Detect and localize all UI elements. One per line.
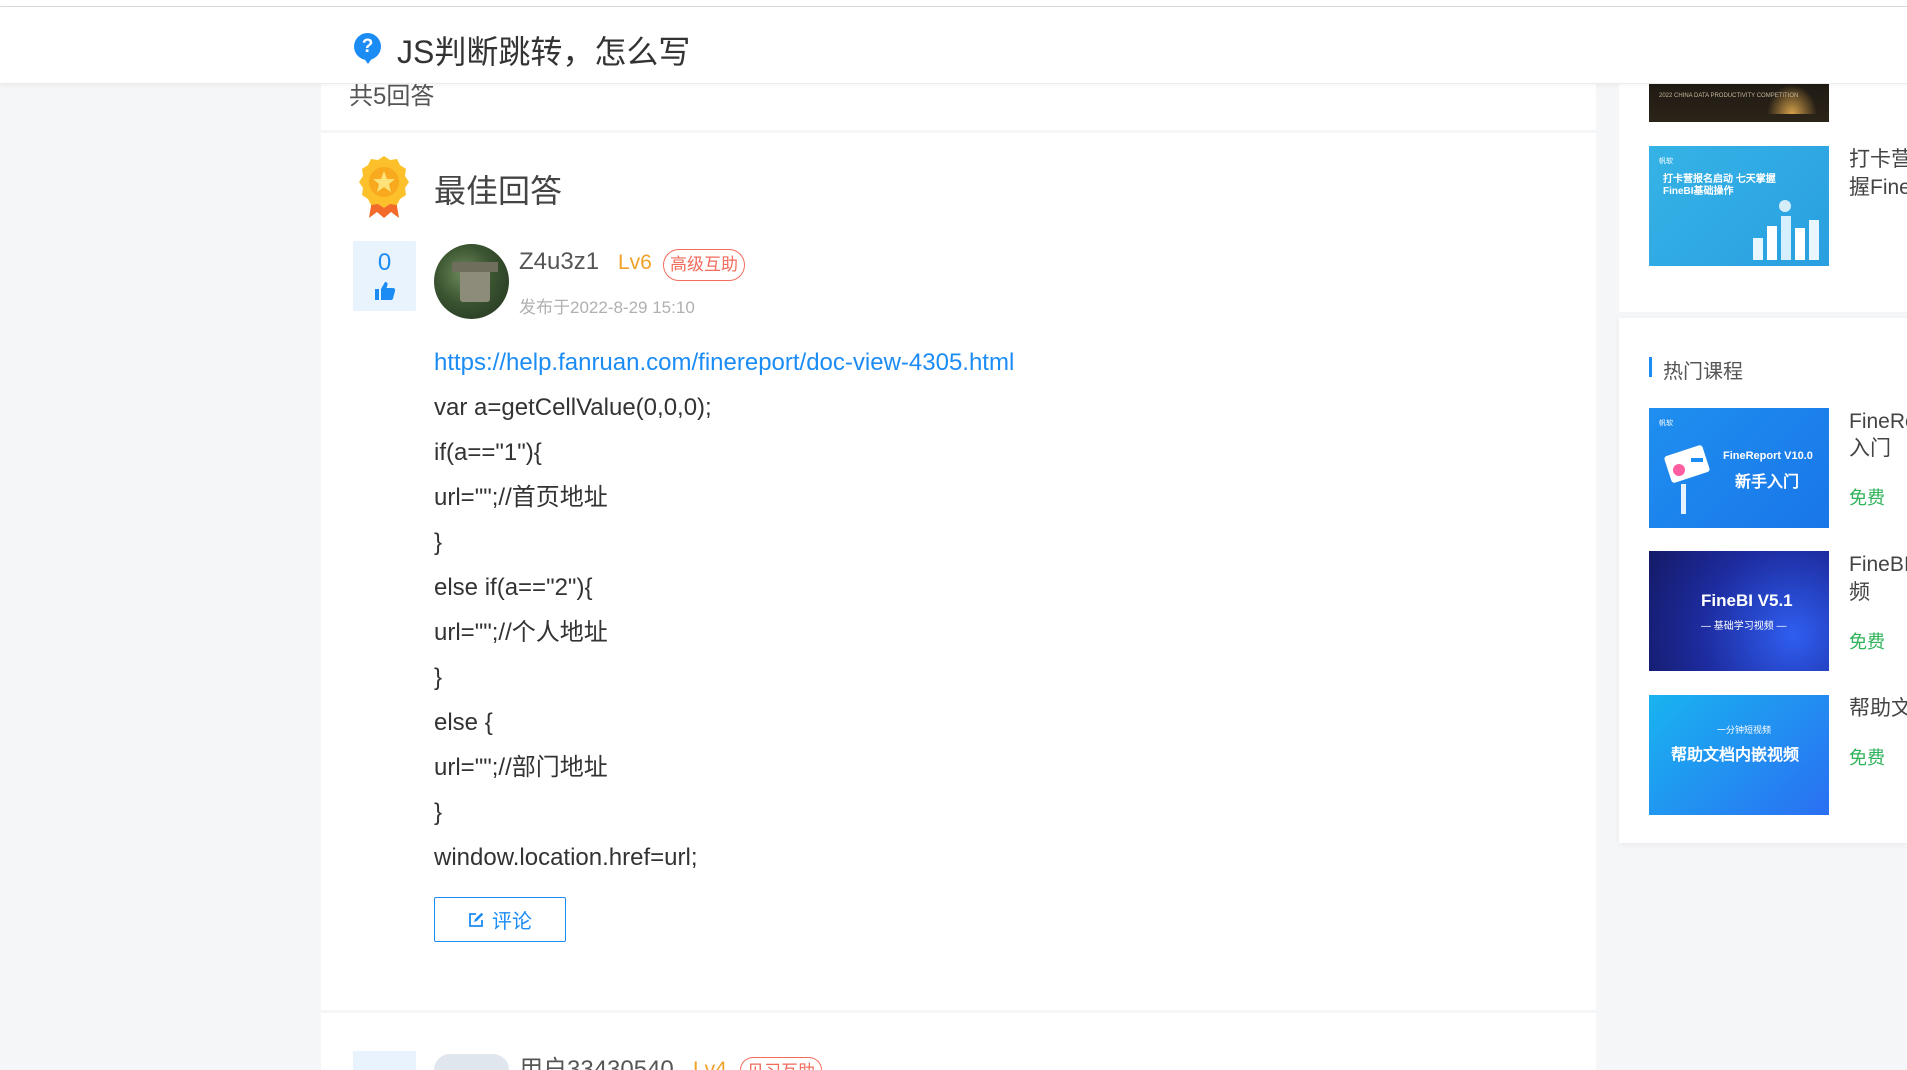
- question-header: ? JS判断跳转，怎么写: [0, 7, 1907, 84]
- hot-courses-title: 热门课程: [1663, 361, 1743, 383]
- question-bubble-icon: ?: [354, 33, 381, 64]
- report-illustration: [1664, 445, 1710, 514]
- comment-label: 评论: [492, 911, 532, 933]
- banner-image[interactable]: 帆软 打卡营报名启动 七天掌握FineBI基础操作: [1649, 146, 1829, 266]
- browser-top-edge: [0, 0, 1907, 7]
- course-title[interactable]: 帮助文: [1849, 695, 1907, 723]
- answer-card: [321, 1013, 1596, 1070]
- username[interactable]: 用户33430540: [519, 1056, 674, 1070]
- answer-link[interactable]: https://help.fanruan.com/finereport/doc-…: [434, 340, 1014, 385]
- vote-count: 0: [377, 249, 392, 276]
- course-title[interactable]: FineBI: [1849, 551, 1907, 579]
- thumbs-up-icon: [374, 282, 395, 300]
- code-line: }: [434, 529, 443, 556]
- section-marker: [1649, 357, 1652, 377]
- banner-image[interactable]: 2022 CHINA DATA PRODUCTIVITY COMPETITION: [1649, 84, 1829, 122]
- course-image-title: 帮助文档内嵌视频: [1671, 747, 1800, 764]
- course-image-title: FineReport V10.0: [1723, 450, 1813, 462]
- user-level: Lv6: [618, 251, 652, 274]
- avatar[interactable]: [434, 244, 509, 319]
- user-badge: 高级互助: [663, 249, 745, 281]
- course-image[interactable]: 一分钟短视频 帮助文档内嵌视频: [1649, 695, 1829, 815]
- code-line: else {: [434, 709, 493, 736]
- edit-icon: [469, 912, 484, 927]
- brand-logo: 帆软: [1659, 158, 1673, 165]
- code-line: var a=getCellValue(0,0,0);: [434, 394, 712, 421]
- course-title[interactable]: 入门: [1849, 435, 1891, 463]
- answers-summary-card: [321, 84, 1596, 130]
- answer-content: https://help.fanruan.com/finereport/doc-…: [434, 340, 1014, 880]
- course-image[interactable]: FineBI V5.1 — 基础学习视频 —: [1649, 551, 1829, 671]
- page-title: JS判断跳转，怎么写: [397, 34, 691, 70]
- banner-title[interactable]: 握Fine: [1849, 174, 1907, 202]
- course-title[interactable]: 频: [1849, 579, 1870, 607]
- course-price: 免费: [1849, 632, 1885, 652]
- vote-button[interactable]: 0: [353, 241, 416, 311]
- code-line: else if(a=="2"){: [434, 574, 593, 601]
- code-line: url="";//个人地址: [434, 619, 608, 646]
- brand-logo: 帆软: [1659, 420, 1673, 427]
- vote-button[interactable]: [353, 1051, 416, 1070]
- comment-button[interactable]: 评论: [434, 897, 566, 942]
- code-line: url="";//首页地址: [434, 484, 608, 511]
- banner-image-title: 打卡营报名启动 七天掌握FineBI基础操作: [1663, 174, 1776, 197]
- course-image[interactable]: 帆软 FineReport V10.0 新手入门: [1649, 408, 1829, 528]
- course-image-subtitle: 一分钟短视频: [1717, 725, 1772, 735]
- code-line: if(a=="1"){: [434, 439, 542, 466]
- post-time: 发布于2022-8-29 15:10: [519, 298, 695, 317]
- best-answer-title: 最佳回答: [434, 173, 563, 209]
- avatar[interactable]: [434, 1054, 509, 1070]
- course-image-title: FineBI V5.1: [1701, 591, 1793, 610]
- banner-title[interactable]: 打卡营: [1849, 146, 1907, 174]
- code-line: }: [434, 799, 443, 826]
- code-line: }: [434, 664, 443, 691]
- gold-medal-icon: [359, 156, 409, 218]
- course-price: 免费: [1849, 748, 1885, 768]
- course-image-subtitle: — 基础学习视频 —: [1701, 621, 1787, 632]
- course-price: 免费: [1849, 488, 1885, 508]
- course-image-subtitle: 新手入门: [1735, 474, 1800, 491]
- banner-image-text: 2022 CHINA DATA PRODUCTIVITY COMPETITION: [1659, 93, 1799, 99]
- username[interactable]: Z4u3z1: [519, 248, 599, 276]
- data-bars-illustration: [1753, 200, 1819, 260]
- code-line: url="";//部门地址: [434, 754, 608, 781]
- course-title[interactable]: FineRe: [1849, 408, 1907, 436]
- user-level: Lv4: [693, 1058, 727, 1070]
- user-badge: 见习互助: [740, 1057, 822, 1070]
- code-line: window.location.href=url;: [434, 844, 698, 871]
